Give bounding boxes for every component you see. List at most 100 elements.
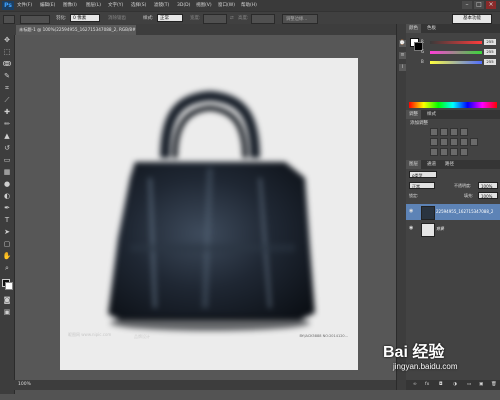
trash-icon[interactable]: 🗑 xyxy=(488,380,500,389)
hue-saturation-icon[interactable] xyxy=(440,138,448,146)
menu-edit[interactable]: 编辑(E) xyxy=(40,0,55,11)
menu-help[interactable]: 帮助(H) xyxy=(241,0,257,11)
new-adjustment-icon[interactable]: ◑ xyxy=(450,380,460,389)
height-input[interactable] xyxy=(251,14,275,24)
zoom-tool-icon[interactable]: ⌕ xyxy=(2,264,12,273)
maximize-icon[interactable]: □ xyxy=(474,1,484,9)
layer-row[interactable]: ◉ 背景 xyxy=(406,221,500,237)
marquee-tool-icon[interactable] xyxy=(3,15,15,24)
menu-type[interactable]: 文字(Y) xyxy=(108,0,123,11)
slider-r[interactable]: R 255 xyxy=(421,39,498,46)
slider-b[interactable]: B 255 xyxy=(421,59,498,66)
tab-swatches[interactable]: 色板 xyxy=(424,24,439,33)
antialias-checkbox[interactable]: 消除锯齿 xyxy=(108,14,126,23)
layer-row[interactable]: ◉ 22594955_162715347088_2 xyxy=(406,204,500,220)
canvas-area[interactable]: 昵图网 www.nipic.com 品牌设计 BY:JACK5888 NO:20… xyxy=(15,35,396,390)
document-tab[interactable]: 未标题-1 @ 100%(22594955_162715347088_2, RG… xyxy=(16,25,136,35)
brightness-icon[interactable] xyxy=(430,128,438,136)
levels-icon[interactable] xyxy=(440,128,448,136)
menu-window[interactable]: 窗口(W) xyxy=(218,0,235,11)
new-layer-icon[interactable]: ▣ xyxy=(476,380,486,389)
quick-mask-icon[interactable]: ◙ xyxy=(2,296,12,305)
slider-r-value[interactable]: 255 xyxy=(484,39,496,45)
slider-g-track[interactable] xyxy=(430,51,482,54)
dodge-tool-icon[interactable]: ◐ xyxy=(2,192,12,201)
width-input[interactable] xyxy=(203,14,227,24)
threshold-icon[interactable] xyxy=(450,148,458,156)
style-select[interactable]: 正常 xyxy=(157,14,183,22)
blur-tool-icon[interactable]: ● xyxy=(2,180,12,189)
menu-filter[interactable]: 滤镜(T) xyxy=(154,0,169,11)
invert-icon[interactable] xyxy=(430,148,438,156)
slider-b-value[interactable]: 255 xyxy=(484,59,496,65)
quick-select-tool-icon[interactable]: ✎ xyxy=(2,72,12,81)
color-balance-icon[interactable] xyxy=(450,138,458,146)
refine-edge-button[interactable]: 调整边缘... xyxy=(282,14,318,24)
minimize-icon[interactable]: – xyxy=(462,1,472,9)
menu-layer[interactable]: 图层(L) xyxy=(86,0,101,11)
new-group-icon[interactable]: ▭ xyxy=(464,380,474,389)
layer-kind-filter[interactable]: ρ类型 xyxy=(409,171,437,178)
gradient-map-icon[interactable] xyxy=(460,148,468,156)
tab-styles[interactable]: 样式 xyxy=(424,110,439,119)
fill-input[interactable]: 100% xyxy=(478,192,498,199)
marquee-tool-icon[interactable]: ⬚ xyxy=(2,48,12,57)
background-color-swatch[interactable] xyxy=(5,282,13,290)
eye-icon[interactable]: ◉ xyxy=(409,225,415,231)
type-tool-icon[interactable]: T xyxy=(2,216,12,225)
eraser-tool-icon[interactable]: ▭ xyxy=(2,156,12,165)
black-white-icon[interactable] xyxy=(460,138,468,146)
link-layers-icon[interactable]: ∞ xyxy=(410,380,420,389)
slider-b-track[interactable] xyxy=(430,61,482,64)
zoom-level[interactable]: 100% xyxy=(18,381,31,389)
tab-layers[interactable]: 图层 xyxy=(406,160,421,169)
clone-stamp-tool-icon[interactable]: ▲ xyxy=(2,132,12,141)
blend-mode-select[interactable]: 正常 xyxy=(409,182,435,189)
slider-g[interactable]: G 255 xyxy=(421,49,498,56)
workspace-select[interactable]: 基本功能 xyxy=(452,14,492,24)
move-tool-icon[interactable]: ✥ xyxy=(2,36,12,45)
baidu-logo-text: Bai 经验 xyxy=(383,344,445,361)
fx-icon[interactable]: fx xyxy=(422,380,432,389)
menu-select[interactable]: 选择(S) xyxy=(131,0,146,11)
slider-r-track[interactable] xyxy=(430,41,482,44)
tab-adjustments[interactable]: 调整 xyxy=(406,110,421,119)
gradient-tool-icon[interactable]: ▦ xyxy=(2,168,12,177)
tab-paths[interactable]: 路径 xyxy=(442,160,457,169)
history-brush-tool-icon[interactable]: ↺ xyxy=(2,144,12,153)
menu-file[interactable]: 文件(F) xyxy=(17,0,32,11)
history-panel-icon[interactable]: ⌚ xyxy=(399,40,406,47)
menu-image[interactable]: 图像(I) xyxy=(63,0,77,11)
path-select-tool-icon[interactable]: ➤ xyxy=(2,228,12,237)
tab-color[interactable]: 颜色 xyxy=(406,24,421,33)
photo-filter-icon[interactable] xyxy=(470,138,478,146)
curves-icon[interactable] xyxy=(450,128,458,136)
selection-mode-icons[interactable] xyxy=(20,15,50,24)
lasso-tool-icon[interactable]: ↂ xyxy=(2,60,12,69)
exposure-icon[interactable] xyxy=(460,128,468,136)
slider-g-value[interactable]: 255 xyxy=(484,49,496,55)
screen-mode-icon[interactable]: ▣ xyxy=(2,308,12,317)
info-panel-icon[interactable]: i xyxy=(399,64,406,71)
crop-tool-icon[interactable]: ⌗ xyxy=(2,84,12,93)
shape-tool-icon[interactable]: ▢ xyxy=(2,240,12,249)
swap-icon[interactable]: ⇄ xyxy=(230,14,234,23)
hand-tool-icon[interactable]: ✋ xyxy=(2,252,12,261)
document-canvas[interactable]: 昵图网 www.nipic.com 品牌设计 BY:JACK5888 NO:20… xyxy=(60,58,358,370)
brush-tool-icon[interactable]: ✏ xyxy=(2,120,12,129)
eyedropper-tool-icon[interactable]: ⟋ xyxy=(2,96,12,105)
feather-input[interactable]: 0 像素 xyxy=(70,14,100,22)
menu-3d[interactable]: 3D(D) xyxy=(177,0,190,11)
menu-view[interactable]: 视图(V) xyxy=(196,0,212,11)
posterize-icon[interactable] xyxy=(440,148,448,156)
eye-icon[interactable]: ◉ xyxy=(409,208,415,214)
color-spectrum-bar[interactable] xyxy=(409,102,497,108)
healing-tool-icon[interactable]: ✚ xyxy=(2,108,12,117)
close-icon[interactable]: × xyxy=(486,1,496,9)
vibrance-icon[interactable] xyxy=(430,138,438,146)
pen-tool-icon[interactable]: ✒ xyxy=(2,204,12,213)
opacity-input[interactable]: 100% xyxy=(478,182,498,189)
properties-panel-icon[interactable]: ≡ xyxy=(399,52,406,59)
tab-channels[interactable]: 通道 xyxy=(424,160,439,169)
add-mask-icon[interactable]: ◘ xyxy=(436,380,446,389)
